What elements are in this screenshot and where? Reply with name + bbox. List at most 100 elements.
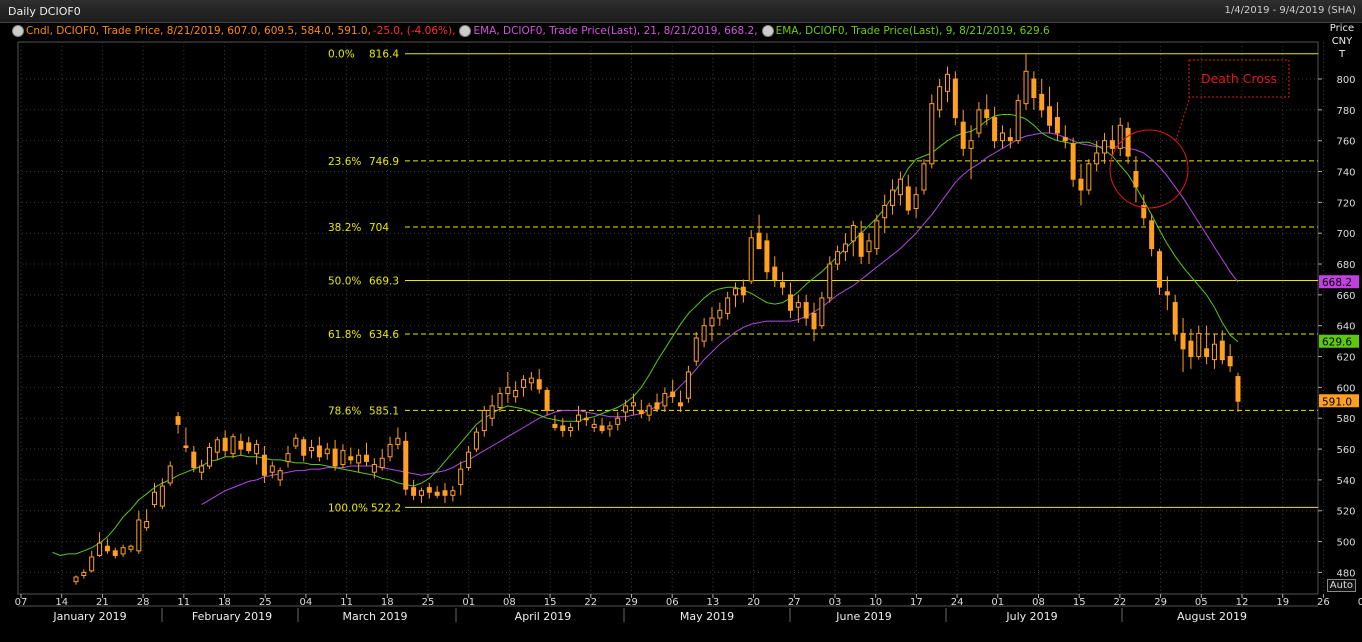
candle-body bbox=[277, 470, 283, 481]
ema21-line bbox=[201, 132, 1239, 506]
fib-level-value: 669.3 bbox=[369, 276, 399, 288]
x-tick-label: 18 bbox=[381, 597, 394, 608]
x-tick-label: 11 bbox=[177, 597, 190, 608]
candle-body bbox=[395, 437, 401, 445]
candle-body bbox=[1102, 140, 1108, 154]
x-tick-label: 19 bbox=[1276, 597, 1289, 608]
x-month-label: August 2019 bbox=[1177, 610, 1247, 623]
x-tick-label: 27 bbox=[788, 597, 801, 608]
candle-body bbox=[348, 456, 354, 461]
x-tick-label: 02 bbox=[1358, 597, 1362, 608]
candle-body bbox=[803, 302, 809, 319]
candle-body bbox=[835, 251, 841, 265]
candle-body bbox=[120, 547, 126, 555]
candle-body bbox=[780, 282, 786, 288]
x-tick-label: 08 bbox=[503, 597, 516, 608]
candle-body bbox=[1188, 340, 1194, 358]
candle-body bbox=[740, 286, 746, 296]
candle-body bbox=[1172, 302, 1178, 334]
x-tick-label: 25 bbox=[259, 597, 272, 608]
candle-body bbox=[984, 109, 990, 119]
candle-body bbox=[992, 117, 998, 142]
x-month-label: July 2019 bbox=[1005, 610, 1057, 623]
candle-body bbox=[89, 556, 95, 572]
candle-body bbox=[1039, 93, 1045, 111]
x-tick-label: 03 bbox=[829, 597, 842, 608]
candle-body bbox=[882, 204, 888, 219]
death-cross-circle bbox=[1109, 129, 1189, 209]
x-tick-label: 26 bbox=[1317, 597, 1330, 608]
candle-body bbox=[1015, 100, 1021, 142]
candle-body bbox=[411, 487, 417, 496]
candle-body bbox=[1141, 204, 1147, 219]
candle-body bbox=[230, 436, 236, 455]
candle-body bbox=[104, 545, 110, 552]
candle-body bbox=[858, 232, 864, 257]
candle-body bbox=[772, 266, 778, 280]
candle-body bbox=[489, 405, 495, 419]
candle-body bbox=[214, 439, 220, 453]
window-title-bar: Daily DCIOF0 1/4/2019 - 9/4/2019 (SHA) bbox=[0, 0, 1362, 23]
candle-body bbox=[371, 463, 377, 473]
legend-item[interactable]: Cndl, DCIOF0, Trade Price, 8/21/2019, 60… bbox=[12, 25, 455, 37]
candle-body bbox=[136, 519, 142, 552]
candle-body bbox=[1109, 140, 1115, 149]
candle-body bbox=[552, 423, 558, 428]
candle-body bbox=[309, 447, 315, 452]
candle-body bbox=[725, 297, 731, 314]
candle-body bbox=[787, 294, 793, 311]
fib-level-value: 816.4 bbox=[369, 49, 399, 61]
legend-item[interactable]: EMA, DCIOF0, Trade Price(Last), 9, 8/21/… bbox=[761, 25, 1050, 37]
indicator-toggle-icon[interactable] bbox=[459, 25, 472, 37]
x-tick-label: 12 bbox=[1236, 597, 1249, 608]
y-tick-label: 720 bbox=[1336, 198, 1355, 209]
x-tick-label: 17 bbox=[910, 597, 923, 608]
x-tick-label: 22 bbox=[584, 597, 597, 608]
y-axis-label: Price bbox=[1330, 23, 1354, 34]
candle-body bbox=[1180, 332, 1186, 350]
y-tick-label: 620 bbox=[1336, 353, 1355, 364]
x-tick-label: 14 bbox=[55, 597, 68, 608]
indicator-toggle-icon[interactable] bbox=[761, 25, 774, 37]
candle-body bbox=[999, 132, 1005, 142]
price-chart[interactable]: 480 500 520 540 560 580 600 620 640 660 680 700 720 7… bbox=[0, 0, 1362, 642]
candle-body bbox=[1149, 220, 1155, 250]
candle-body bbox=[285, 453, 291, 462]
candle-body bbox=[1164, 291, 1170, 296]
candle-body bbox=[167, 465, 173, 484]
candle-body bbox=[913, 194, 919, 210]
chart-window-title: Daily DCIOF0 bbox=[8, 5, 81, 18]
legend-item[interactable]: EMA, DCIOF0, Trade Price(Last), 21, 8/21… bbox=[459, 25, 758, 37]
candle-body bbox=[1007, 137, 1013, 142]
x-tick-label: 20 bbox=[747, 597, 760, 608]
candle-body bbox=[842, 243, 848, 253]
candle-body bbox=[819, 297, 825, 327]
x-tick-label: 18 bbox=[218, 597, 231, 608]
candle-body bbox=[850, 224, 856, 242]
candle-body bbox=[81, 571, 87, 576]
candle-body bbox=[709, 317, 715, 327]
x-month-label: January 2019 bbox=[52, 610, 126, 623]
candle-body bbox=[324, 448, 330, 455]
candle-body bbox=[795, 302, 801, 308]
candle-body bbox=[1196, 332, 1202, 358]
candle-body bbox=[866, 240, 872, 253]
candle-body bbox=[1133, 171, 1139, 188]
indicator-toggle-icon[interactable] bbox=[12, 25, 24, 37]
annotation-text: Death Cross bbox=[1201, 71, 1277, 86]
auto-scale-button[interactable]: Auto bbox=[1326, 579, 1356, 592]
candle-body bbox=[937, 86, 943, 111]
candle-body bbox=[670, 391, 676, 398]
candle-body bbox=[544, 389, 550, 412]
candle-body bbox=[434, 491, 440, 496]
y-axis-label: T bbox=[1338, 49, 1346, 60]
candle-body bbox=[929, 103, 935, 165]
candle-body bbox=[1047, 106, 1053, 126]
candle-body bbox=[662, 393, 668, 407]
x-tick-label: 10 bbox=[869, 597, 882, 608]
x-tick-label: 01 bbox=[991, 597, 1004, 608]
y-tick-label: 660 bbox=[1336, 291, 1355, 302]
x-tick-label: 01 bbox=[462, 597, 475, 608]
candle-body bbox=[976, 109, 982, 134]
candle-body bbox=[654, 402, 660, 410]
